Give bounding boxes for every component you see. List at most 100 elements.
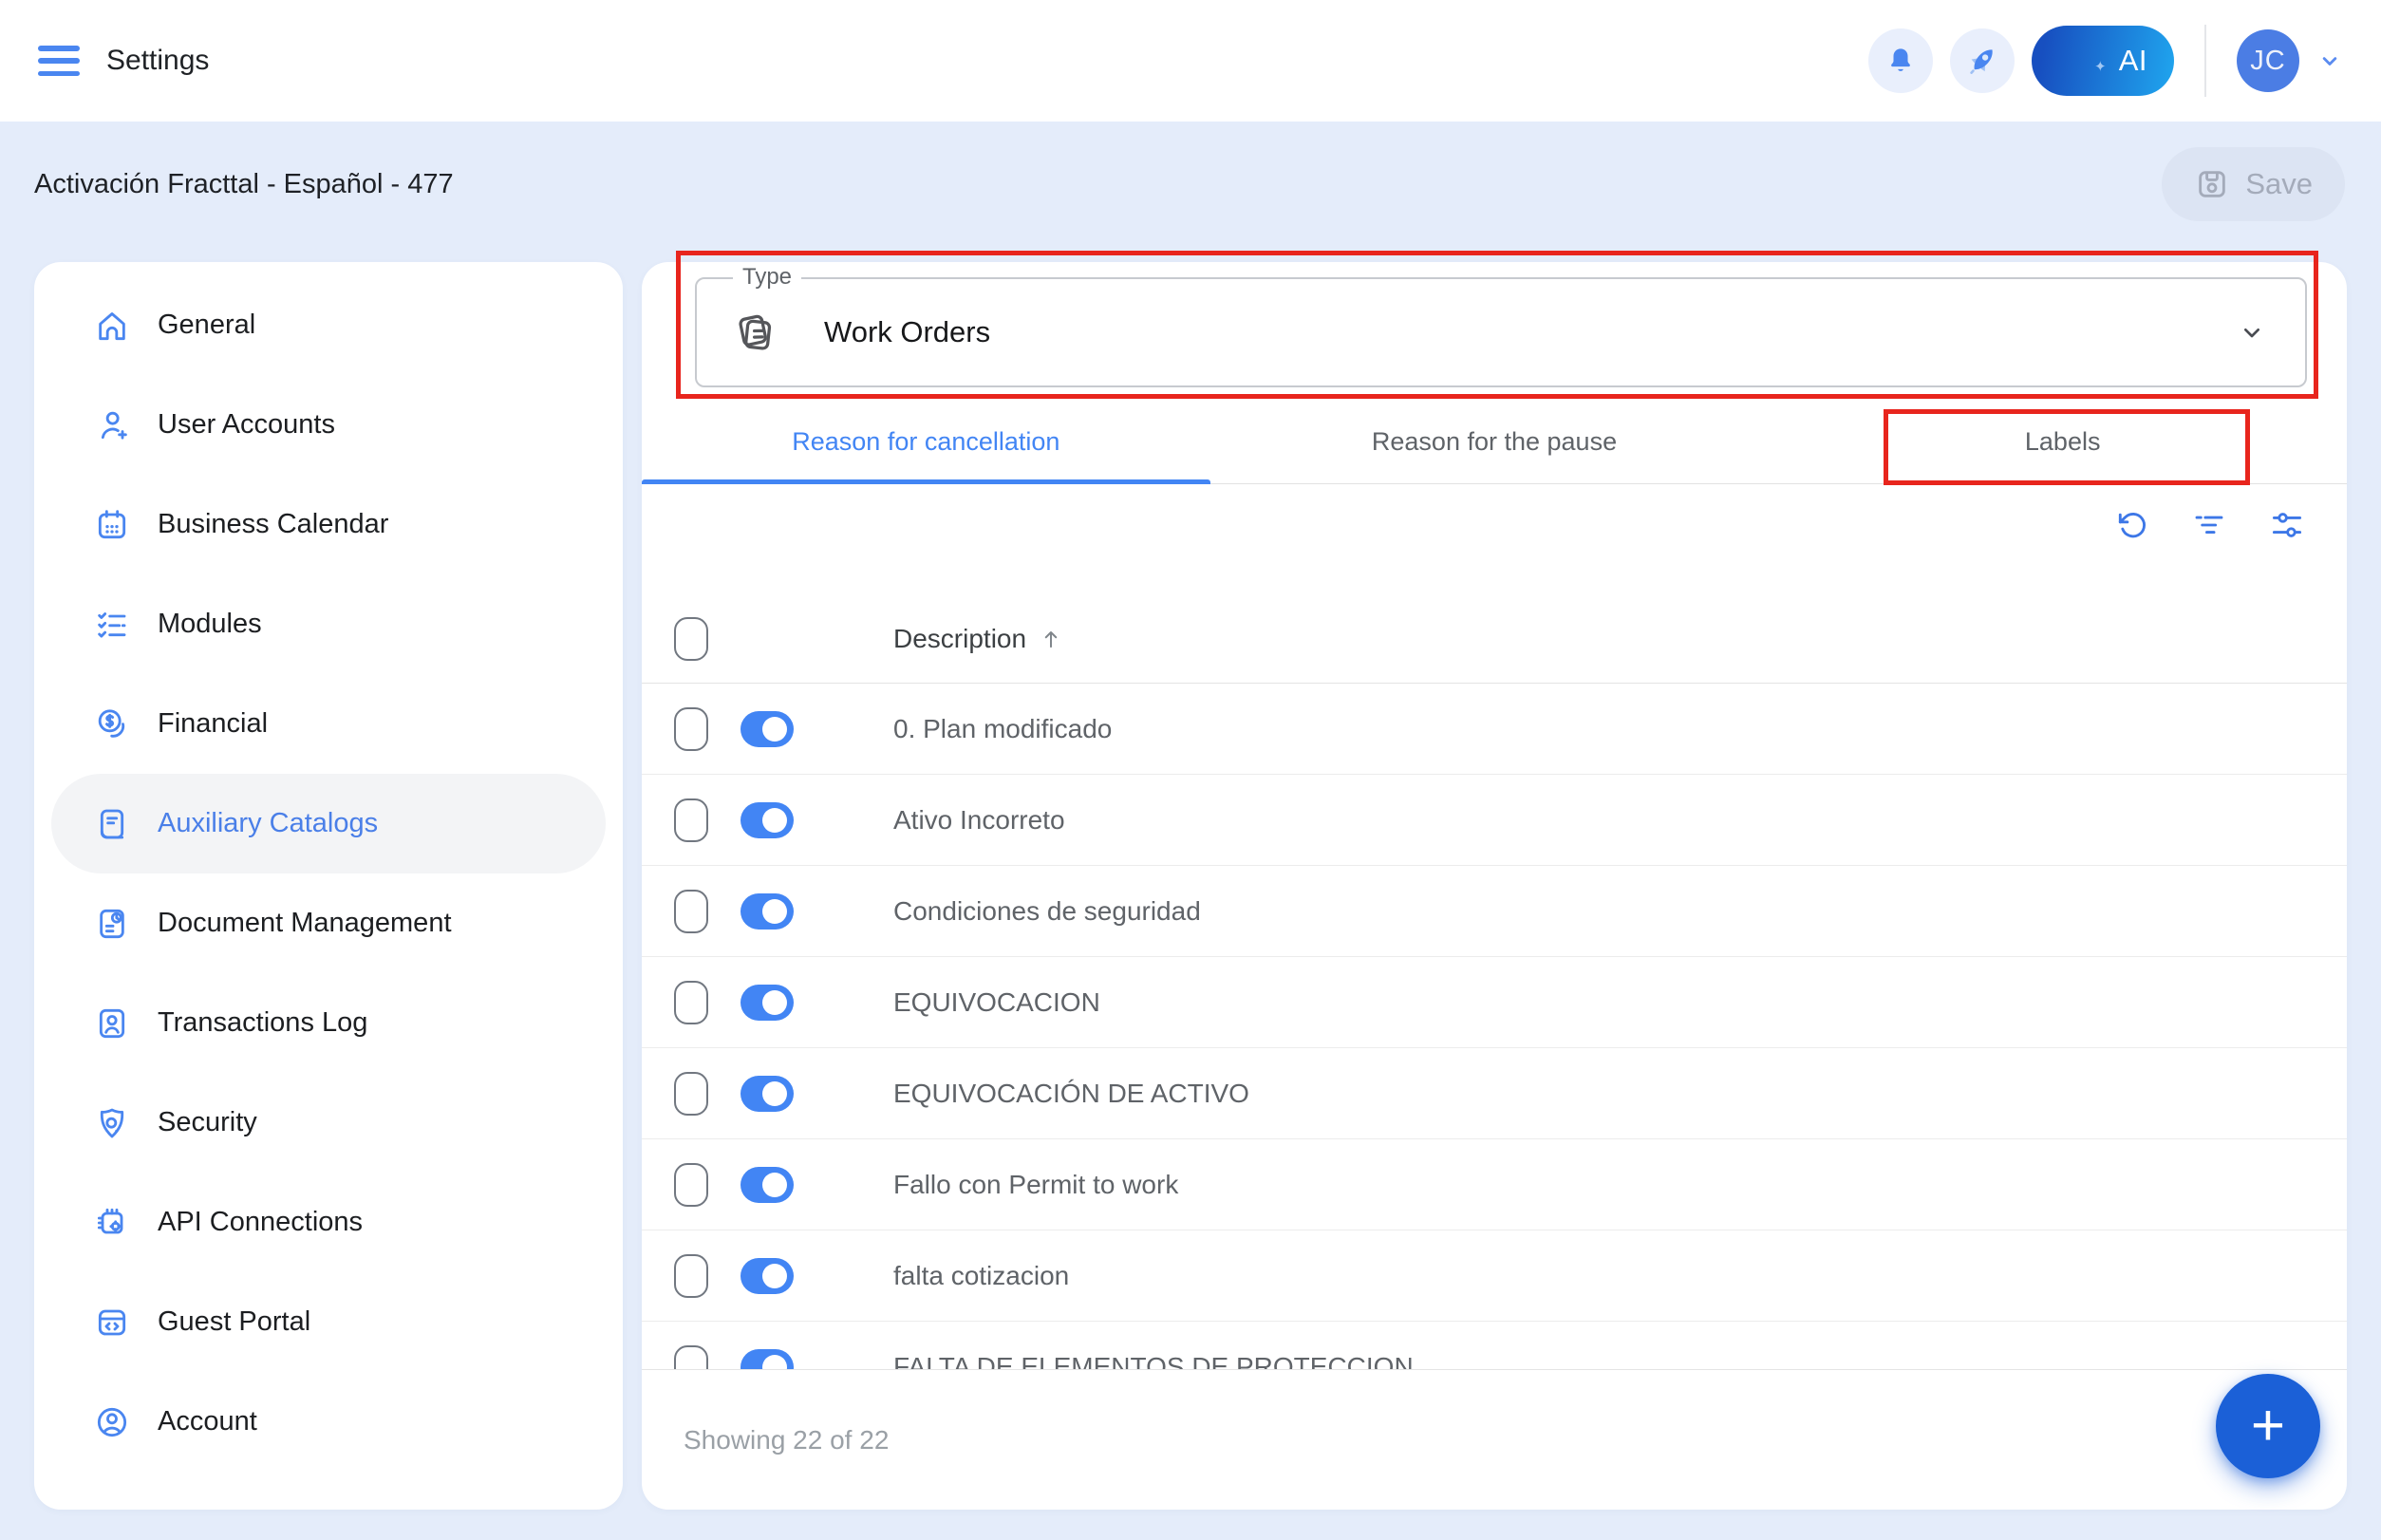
- menu-icon[interactable]: [38, 46, 80, 76]
- sidebar-item-account[interactable]: Account: [34, 1372, 623, 1472]
- select-all-checkbox[interactable]: [674, 617, 708, 661]
- sidebar-item-label: User Accounts: [158, 409, 335, 441]
- rocket-button[interactable]: [1950, 28, 2015, 93]
- table-toolbar: [2113, 507, 2305, 543]
- enabled-toggle[interactable]: [741, 802, 794, 838]
- document-icon: [93, 905, 131, 943]
- api-icon: [93, 1204, 131, 1242]
- row-description: falta cotizacion: [893, 1261, 1069, 1291]
- enabled-toggle[interactable]: [741, 985, 794, 1021]
- sidebar-item-security[interactable]: Security: [34, 1073, 623, 1173]
- checklist-icon: [93, 606, 131, 644]
- sidebar-item-transactions-log[interactable]: Transactions Log: [34, 973, 623, 1073]
- home-icon: [93, 307, 131, 345]
- sidebar-item-label: Financial: [158, 708, 268, 740]
- row-checkbox[interactable]: [674, 1163, 708, 1207]
- user-menu-chevron-icon[interactable]: [2316, 47, 2343, 74]
- sparkle-icon: ✦: [2094, 58, 2107, 75]
- ai-assistant-button[interactable]: ✦ AI: [2032, 26, 2174, 96]
- row-checkbox[interactable]: [674, 1345, 708, 1370]
- auxiliary-catalogs-panel: Type Work Orders Reason for cancellation…: [642, 262, 2347, 1510]
- breadcrumb: Activación Fracttal - Español - 477: [34, 169, 454, 200]
- sidebar-item-api-connections[interactable]: API Connections: [34, 1173, 623, 1272]
- notifications-button[interactable]: [1868, 28, 1933, 93]
- enabled-toggle[interactable]: [741, 1167, 794, 1203]
- type-select-label: Type: [733, 264, 801, 291]
- table-row[interactable]: Condiciones de seguridad: [642, 866, 2347, 957]
- catalogs-icon: [93, 805, 131, 843]
- ai-label: AI: [2119, 44, 2147, 78]
- sidebar-item-modules[interactable]: Modules: [34, 574, 623, 674]
- tab-bar: Reason for cancellationReason for the pa…: [642, 401, 2347, 484]
- description-column-label: Description: [893, 624, 1026, 654]
- row-checkbox[interactable]: [674, 981, 708, 1024]
- row-description: Ativo Incorreto: [893, 805, 1065, 836]
- tab-labels[interactable]: Labels: [1778, 401, 2347, 483]
- enabled-toggle[interactable]: [741, 711, 794, 747]
- chevron-down-icon: [2237, 317, 2267, 347]
- type-select-value: Work Orders: [824, 315, 990, 349]
- refresh-icon[interactable]: [2113, 507, 2149, 543]
- sidebar-item-label: Guest Portal: [158, 1306, 310, 1338]
- transactions-icon: [93, 1005, 131, 1042]
- enabled-toggle[interactable]: [741, 893, 794, 930]
- financial-icon: [93, 705, 131, 743]
- account-icon: [93, 1403, 131, 1441]
- sidebar-item-label: Business Calendar: [158, 509, 388, 540]
- sidebar-item-general[interactable]: General: [34, 275, 623, 375]
- sidebar-item-user-accounts[interactable]: User Accounts: [34, 375, 623, 475]
- row-description: 0. Plan modificado: [893, 714, 1112, 744]
- sidebar-item-business-calendar[interactable]: Business Calendar: [34, 475, 623, 574]
- table-row[interactable]: FALTA DE ELEMENTOS DE PROTECCION: [642, 1322, 2347, 1369]
- tab-reason-for-the-pause[interactable]: Reason for the pause: [1210, 401, 1779, 483]
- sidebar-item-label: Security: [158, 1107, 257, 1138]
- sidebar-item-guest-portal[interactable]: Guest Portal: [34, 1272, 623, 1372]
- user-add-icon: [93, 406, 131, 444]
- sidebar-item-auxiliary-catalogs[interactable]: Auxiliary Catalogs: [51, 774, 606, 873]
- row-checkbox[interactable]: [674, 890, 708, 933]
- row-count-status: Showing 22 of 22: [684, 1425, 889, 1455]
- table-row[interactable]: EQUIVOCACIÓN DE ACTIVO: [642, 1048, 2347, 1139]
- rocket-icon: [1963, 42, 2001, 80]
- notifications-icon: [1884, 44, 1918, 78]
- save-button[interactable]: Save: [2162, 147, 2345, 221]
- calendar-icon: [93, 506, 131, 544]
- top-bar: Settings: [0, 0, 2381, 122]
- row-description: EQUIVOCACION: [893, 987, 1100, 1018]
- enabled-toggle[interactable]: [741, 1076, 794, 1112]
- save-label: Save: [2245, 167, 2313, 201]
- row-checkbox[interactable]: [674, 707, 708, 751]
- work-orders-icon: [731, 308, 780, 357]
- guest-portal-icon: [93, 1304, 131, 1342]
- page-title: Settings: [106, 45, 209, 77]
- row-checkbox[interactable]: [674, 1254, 708, 1298]
- settings-sidebar: General User Accounts Business Calendar Mod…: [34, 262, 623, 1510]
- description-column-header[interactable]: Description: [893, 624, 1064, 654]
- type-select[interactable]: Type Work Orders: [695, 277, 2307, 387]
- sidebar-item-document-management[interactable]: Document Management: [34, 873, 623, 973]
- row-checkbox[interactable]: [674, 1072, 708, 1116]
- row-description: EQUIVOCACIÓN DE ACTIVO: [893, 1079, 1249, 1109]
- table-row[interactable]: 0. Plan modificado: [642, 684, 2347, 775]
- sort-ascending-icon: [1038, 626, 1064, 652]
- display-settings-icon[interactable]: [2269, 507, 2305, 543]
- table-row[interactable]: Fallo con Permit to work: [642, 1139, 2347, 1230]
- sidebar-item-label: Document Management: [158, 908, 452, 939]
- table-body: 0. Plan modificado Ativo Incorreto Condici…: [642, 684, 2347, 1369]
- security-icon: [93, 1104, 131, 1142]
- table-row[interactable]: Ativo Incorreto: [642, 775, 2347, 866]
- sidebar-item-financial[interactable]: Financial: [34, 674, 623, 774]
- filter-icon[interactable]: [2191, 507, 2227, 543]
- table-row[interactable]: falta cotizacion: [642, 1230, 2347, 1322]
- sidebar-item-label: Modules: [158, 609, 262, 640]
- sidebar-item-label: Account: [158, 1406, 257, 1437]
- add-item-fab[interactable]: +: [2216, 1374, 2320, 1478]
- row-checkbox[interactable]: [674, 798, 708, 842]
- enabled-toggle[interactable]: [741, 1349, 794, 1370]
- enabled-toggle[interactable]: [741, 1258, 794, 1294]
- row-description: Fallo con Permit to work: [893, 1170, 1178, 1200]
- tab-reason-for-cancellation[interactable]: Reason for cancellation: [642, 401, 1210, 483]
- user-avatar[interactable]: JC: [2237, 29, 2299, 92]
- table-row[interactable]: EQUIVOCACION: [642, 957, 2347, 1048]
- breadcrumb-bar: Activación Fracttal - Español - 477 Save: [0, 122, 2381, 247]
